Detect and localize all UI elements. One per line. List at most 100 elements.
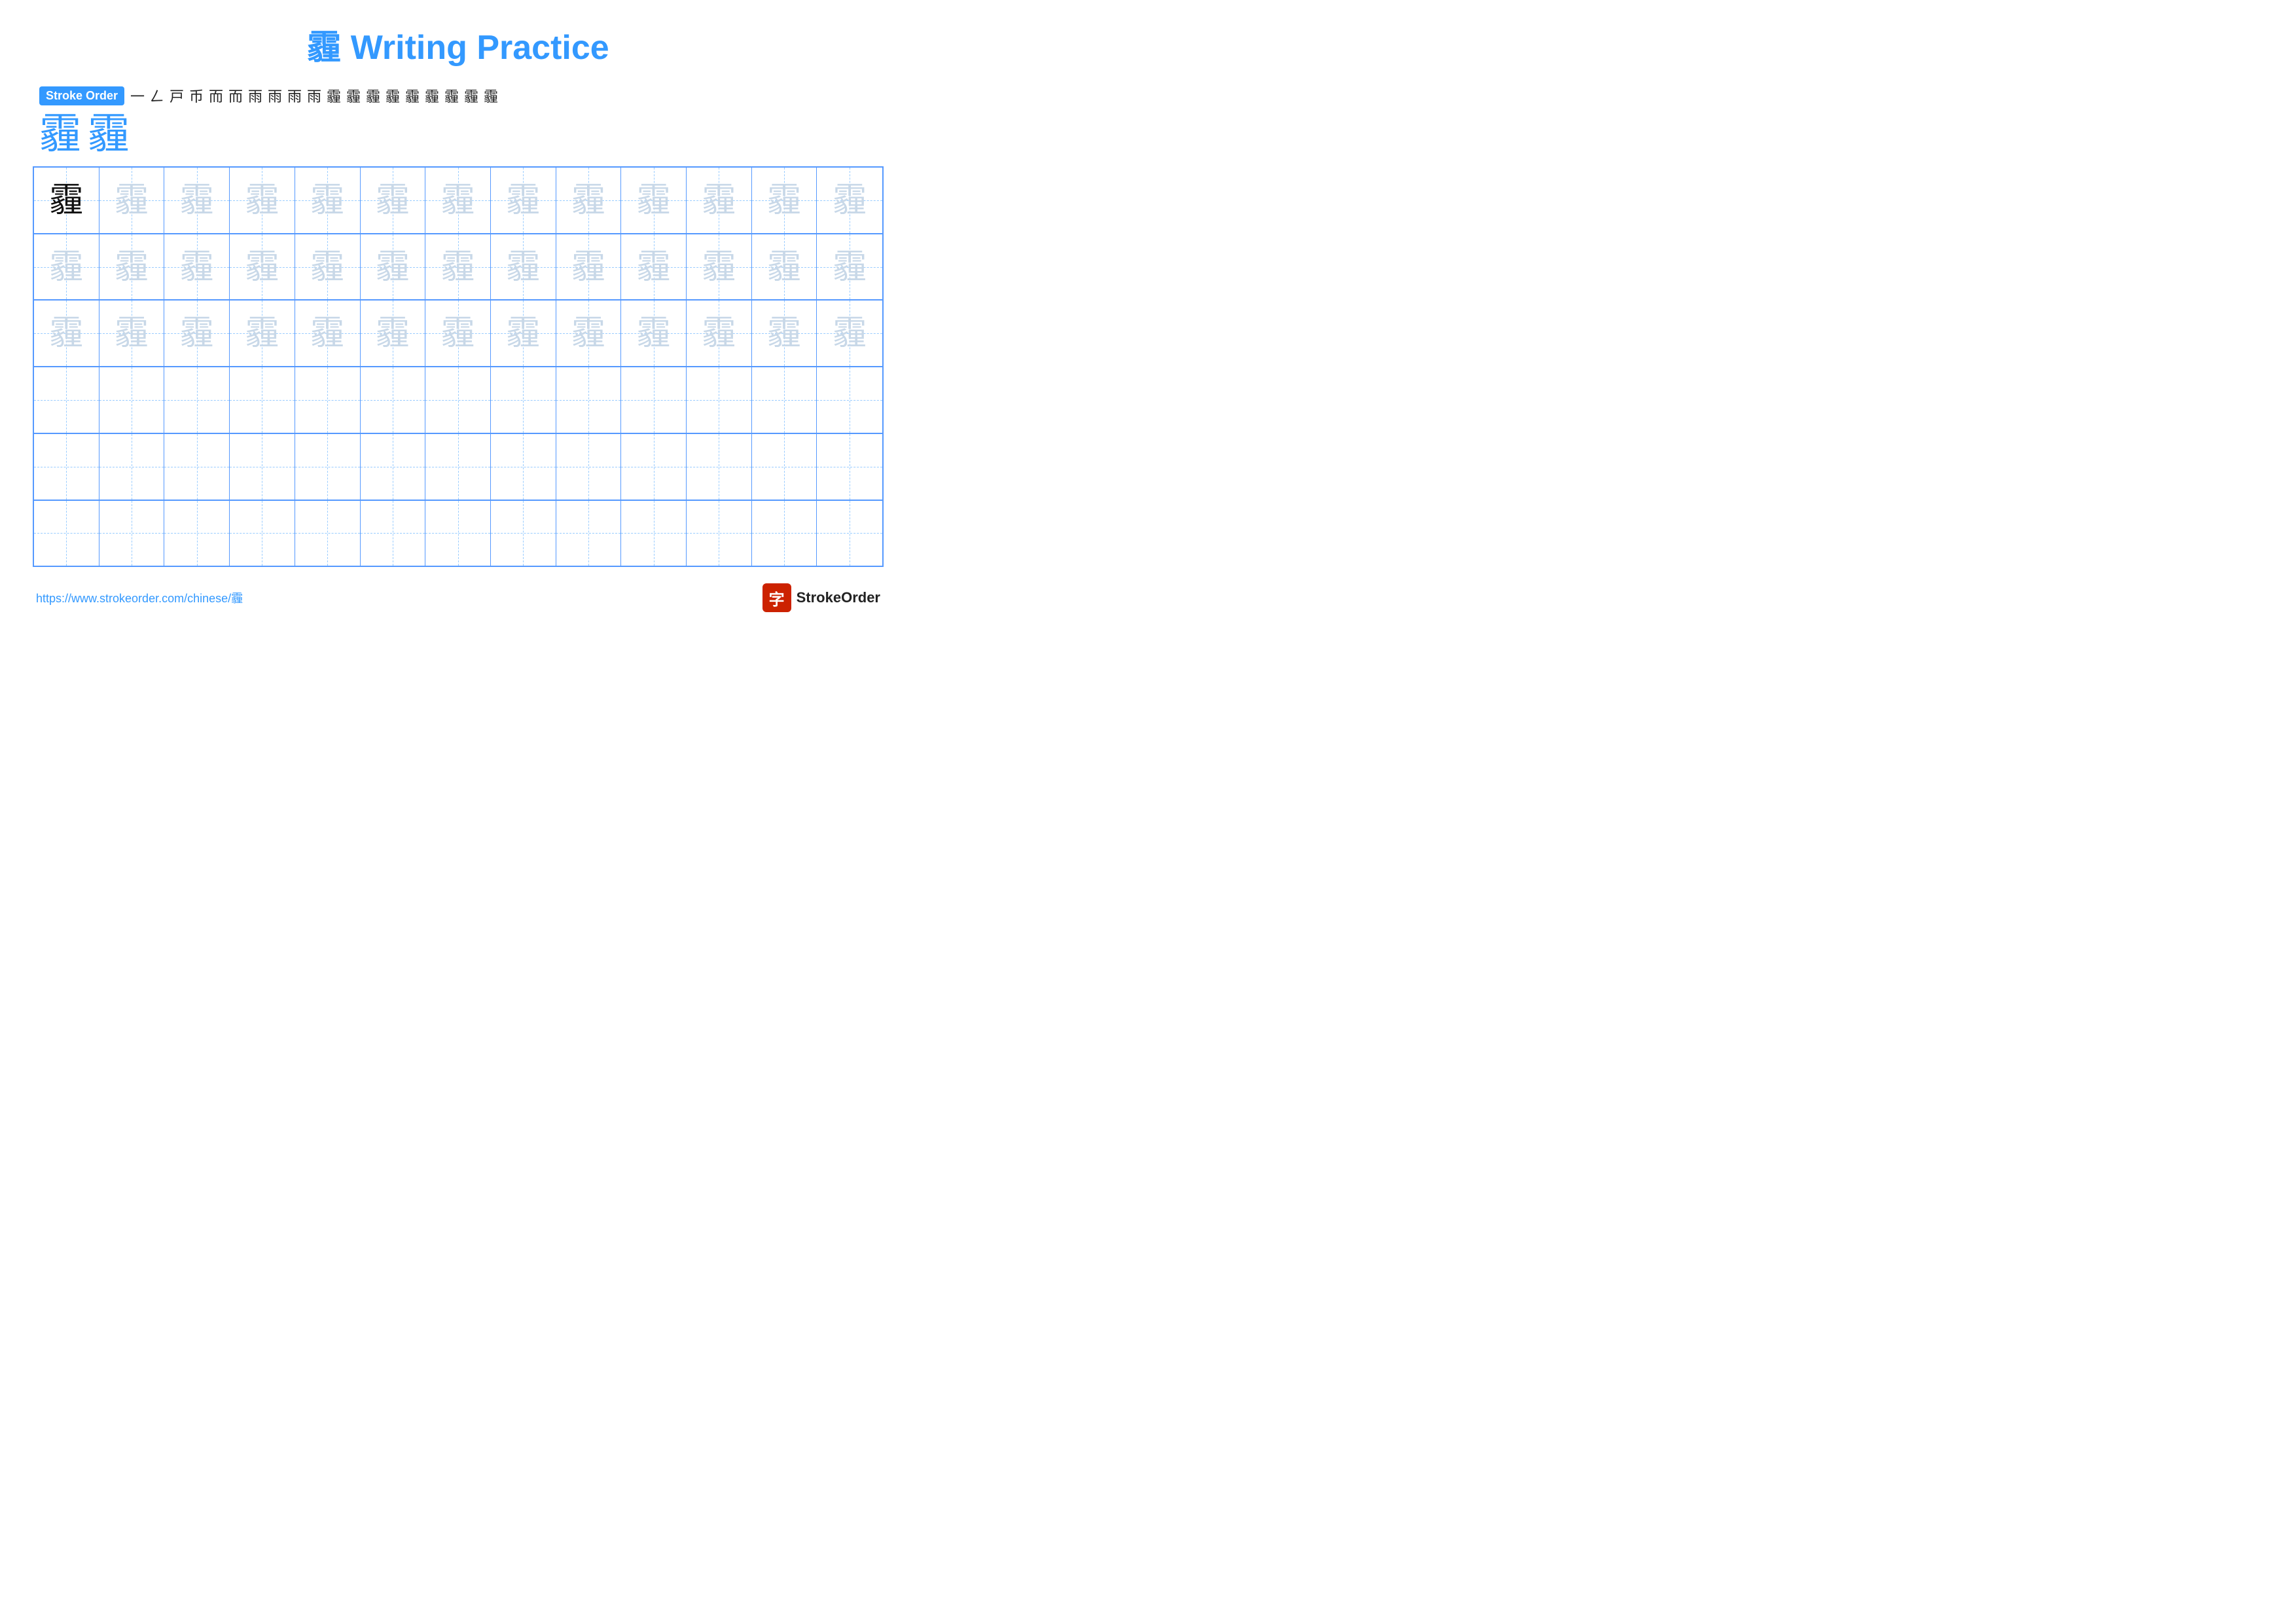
- stroke-char: 霾: [462, 85, 480, 106]
- grid-cell[interactable]: [752, 434, 817, 500]
- grid-cell[interactable]: [361, 367, 426, 433]
- grid-row-3: 霾 霾 霾 霾 霾 霾 霾 霾 霾 霾 霾 霾 霾: [34, 301, 882, 367]
- grid-cell[interactable]: 霾: [687, 168, 752, 233]
- grid-cell[interactable]: 霾: [556, 168, 622, 233]
- grid-cell[interactable]: 霾: [425, 168, 491, 233]
- grid-cell[interactable]: 霾: [752, 168, 817, 233]
- grid-cell[interactable]: [491, 367, 556, 433]
- grid-cell[interactable]: [621, 501, 687, 566]
- practice-char: 霾: [637, 183, 671, 217]
- grid-cell[interactable]: [164, 367, 230, 433]
- practice-char: 霾: [441, 183, 475, 217]
- grid-cell[interactable]: [817, 501, 882, 566]
- grid-cell[interactable]: 霾: [295, 168, 361, 233]
- grid-cell[interactable]: [425, 501, 491, 566]
- grid-cell[interactable]: [99, 501, 165, 566]
- grid-cell[interactable]: 霾: [491, 234, 556, 300]
- grid-cell[interactable]: 霾: [817, 301, 882, 366]
- footer-url[interactable]: https://www.strokeorder.com/chinese/霾: [36, 589, 243, 606]
- grid-cell[interactable]: [491, 434, 556, 500]
- grid-cell[interactable]: [295, 434, 361, 500]
- grid-cell[interactable]: [361, 434, 426, 500]
- grid-cell[interactable]: 霾: [425, 301, 491, 366]
- grid-cell[interactable]: 霾: [230, 168, 295, 233]
- grid-cell[interactable]: 霾: [556, 301, 622, 366]
- grid-cell[interactable]: 霾: [99, 168, 165, 233]
- practice-char: 霾: [506, 316, 540, 350]
- grid-cell[interactable]: [99, 434, 165, 500]
- practice-char: 霾: [180, 250, 214, 284]
- grid-cell[interactable]: 霾: [34, 234, 99, 300]
- grid-cell[interactable]: [621, 434, 687, 500]
- grid-cell[interactable]: [164, 501, 230, 566]
- grid-cell[interactable]: [621, 367, 687, 433]
- footer-logo: 字 StrokeOrder: [762, 583, 880, 612]
- grid-cell[interactable]: [99, 367, 165, 433]
- practice-char: 霾: [441, 316, 475, 350]
- grid-cell[interactable]: [230, 367, 295, 433]
- stroke-char: 𠃋: [148, 85, 166, 106]
- stroke-char: 币: [187, 85, 206, 106]
- grid-cell[interactable]: 霾: [425, 234, 491, 300]
- grid-cell[interactable]: 霾: [34, 301, 99, 366]
- grid-cell[interactable]: [425, 434, 491, 500]
- grid-cell[interactable]: 霾: [817, 234, 882, 300]
- grid-cell[interactable]: 霾: [164, 168, 230, 233]
- grid-cell[interactable]: [687, 434, 752, 500]
- grid-cell[interactable]: 霾: [164, 234, 230, 300]
- grid-cell[interactable]: [295, 367, 361, 433]
- grid-cell[interactable]: [230, 501, 295, 566]
- grid-cell[interactable]: 霾: [621, 168, 687, 233]
- grid-cell[interactable]: [164, 434, 230, 500]
- grid-cell[interactable]: [230, 434, 295, 500]
- grid-cell[interactable]: 霾: [230, 301, 295, 366]
- practice-char: 霾: [49, 316, 83, 350]
- grid-cell[interactable]: [34, 434, 99, 500]
- stroke-char: 雨: [266, 85, 284, 106]
- grid-cell[interactable]: 霾: [687, 234, 752, 300]
- grid-cell[interactable]: [752, 501, 817, 566]
- grid-cell[interactable]: [34, 367, 99, 433]
- grid-cell[interactable]: 霾: [752, 301, 817, 366]
- grid-cell[interactable]: [34, 501, 99, 566]
- grid-cell[interactable]: [687, 367, 752, 433]
- practice-char: 霾: [637, 316, 671, 350]
- grid-cell[interactable]: 霾: [99, 234, 165, 300]
- grid-cell[interactable]: [556, 501, 622, 566]
- grid-cell[interactable]: [817, 367, 882, 433]
- grid-cell[interactable]: 霾: [295, 234, 361, 300]
- grid-cell[interactable]: [752, 367, 817, 433]
- practice-char: 霾: [245, 316, 279, 350]
- grid-cell[interactable]: [425, 367, 491, 433]
- large-char-1: 霾: [39, 113, 81, 155]
- grid-cell[interactable]: 霾: [230, 234, 295, 300]
- grid-cell[interactable]: 霾: [621, 234, 687, 300]
- grid-cell[interactable]: 霾: [361, 301, 426, 366]
- grid-cell[interactable]: 霾: [491, 168, 556, 233]
- grid-cell[interactable]: [687, 501, 752, 566]
- grid-cell[interactable]: 霾: [687, 301, 752, 366]
- grid-cell[interactable]: [556, 434, 622, 500]
- grid-cell[interactable]: [491, 501, 556, 566]
- grid-cell[interactable]: 霾: [34, 168, 99, 233]
- grid-cell[interactable]: 霾: [361, 168, 426, 233]
- grid-cell[interactable]: 霾: [491, 301, 556, 366]
- grid-cell[interactable]: 霾: [99, 301, 165, 366]
- stroke-order-section: Stroke Order 一𠃋戸币而而雨雨雨雨霾霾霾霾霾霾霾霾霾: [33, 85, 884, 106]
- grid-cell[interactable]: 霾: [752, 234, 817, 300]
- practice-char: 霾: [376, 183, 410, 217]
- grid-cell[interactable]: 霾: [621, 301, 687, 366]
- grid-cell[interactable]: [295, 501, 361, 566]
- grid-cell[interactable]: 霾: [556, 234, 622, 300]
- stroke-char: 霾: [325, 85, 343, 106]
- grid-cell[interactable]: [361, 501, 426, 566]
- grid-cell[interactable]: 霾: [361, 234, 426, 300]
- grid-cell[interactable]: [556, 367, 622, 433]
- practice-char: 霾: [310, 316, 344, 350]
- title-section: 霾 Writing Practice: [33, 20, 884, 69]
- practice-char: 霾: [180, 316, 214, 350]
- grid-cell[interactable]: 霾: [817, 168, 882, 233]
- grid-cell[interactable]: [817, 434, 882, 500]
- grid-cell[interactable]: 霾: [295, 301, 361, 366]
- grid-cell[interactable]: 霾: [164, 301, 230, 366]
